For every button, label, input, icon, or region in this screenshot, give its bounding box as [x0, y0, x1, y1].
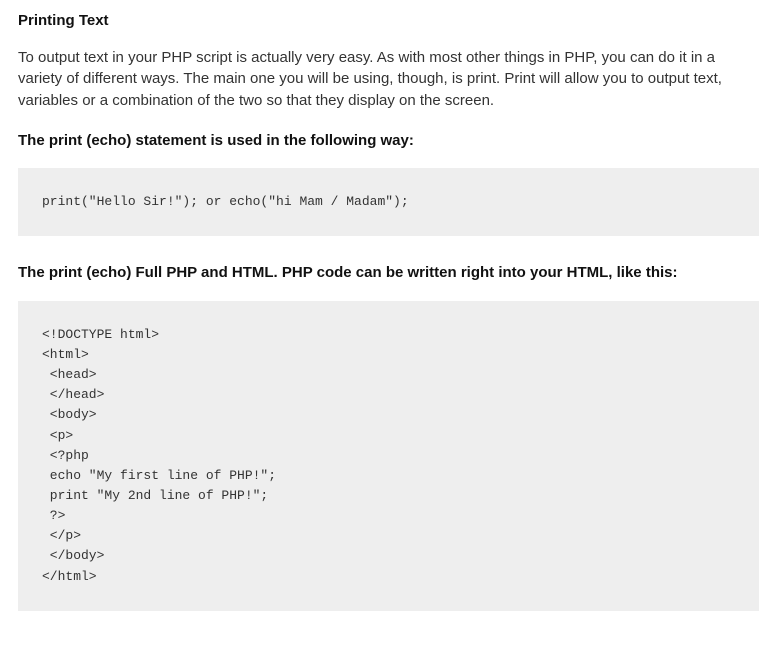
subheading-1: The print (echo) statement is used in th…: [18, 130, 759, 153]
subheading-2: The print (echo) Full PHP and HTML. PHP …: [18, 262, 759, 285]
code-block-1: print("Hello Sir!"); or echo("hi Mam / M…: [18, 168, 759, 236]
intro-paragraph: To output text in your PHP script is act…: [18, 47, 759, 112]
code-block-2: <!DOCTYPE html> <html> <head> </head> <b…: [18, 301, 759, 611]
section-title: Printing Text: [18, 10, 759, 33]
